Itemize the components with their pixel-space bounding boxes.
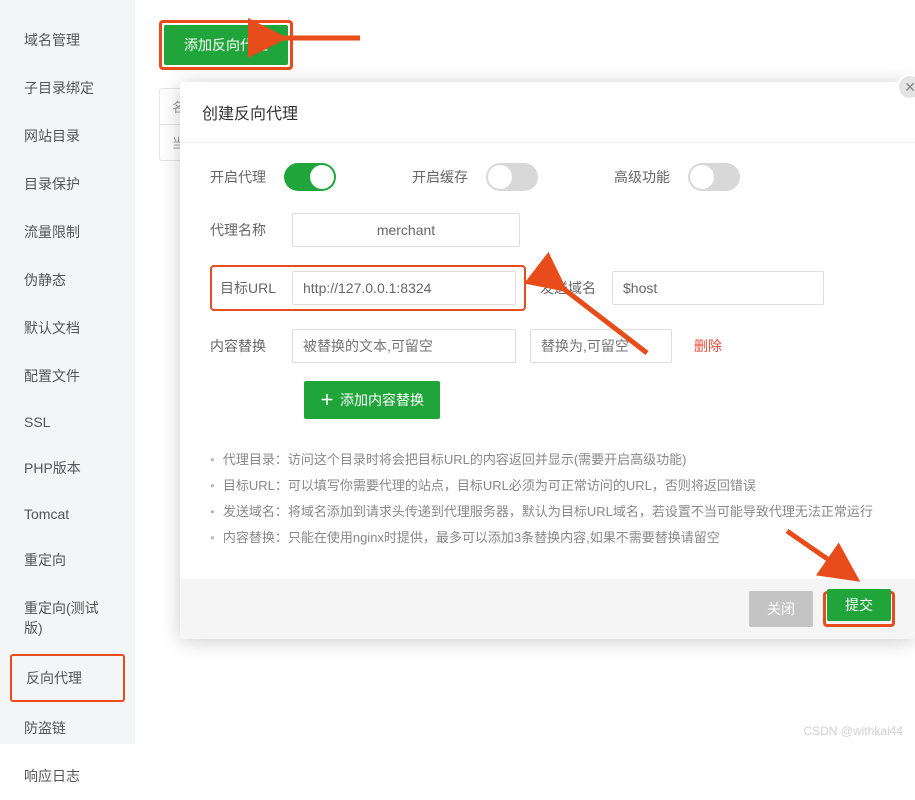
content-replace-to-input[interactable] <box>530 329 672 363</box>
content-replace-label: 内容替换 <box>210 336 278 356</box>
modal-footer: 关闭 提交 <box>180 579 915 639</box>
submit-button[interactable]: 提交 <box>827 589 891 621</box>
toggle-proxy[interactable] <box>284 163 336 191</box>
hints-list: 代理目录：访问这个目录时将会把目标URL的内容返回并显示(需要开启高级功能) 目… <box>210 447 885 551</box>
hint-item: 目标URL：可以填写你需要代理的站点，目标URL必须为可正常访问的URL，否则将… <box>210 473 885 499</box>
modal-title: 创建反向代理 <box>180 82 915 143</box>
delete-replace-link[interactable]: 删除 <box>694 336 722 356</box>
content-replace-from-input[interactable] <box>292 329 516 363</box>
sidebar-item-reverse-proxy[interactable]: 反向代理 <box>10 654 125 702</box>
sidebar-item-response-log[interactable]: 响应日志 <box>0 752 135 800</box>
sidebar-item-redirect[interactable]: 重定向 <box>0 536 135 584</box>
sidebar-item-config[interactable]: 配置文件 <box>0 352 135 400</box>
sidebar-item-dir-protect[interactable]: 目录保护 <box>0 160 135 208</box>
sidebar-item-php[interactable]: PHP版本 <box>0 444 135 492</box>
sidebar-item-subdir[interactable]: 子目录绑定 <box>0 64 135 112</box>
cancel-button[interactable]: 关闭 <box>749 591 813 627</box>
sidebar-item-traffic[interactable]: 流量限制 <box>0 208 135 256</box>
send-domain-label: 发送域名 <box>540 278 598 298</box>
sidebar-item-antileech[interactable]: 防盗链 <box>0 704 135 752</box>
toggle-cache[interactable] <box>486 163 538 191</box>
plus-icon: ＋ <box>320 390 334 410</box>
target-url-highlight: 目标URL <box>210 265 526 311</box>
proxy-name-input[interactable] <box>292 213 520 247</box>
add-button-highlight: 添加反向代理 <box>159 20 293 70</box>
sidebar-item-rewrite[interactable]: 伪静态 <box>0 256 135 304</box>
toggle-cache-label: 开启缓存 <box>412 167 472 187</box>
sidebar-item-redirect-beta[interactable]: 重定向(测试版) <box>0 584 135 652</box>
add-content-replace-button[interactable]: ＋ 添加内容替换 <box>304 381 440 419</box>
sidebar: 域名管理 子目录绑定 网站目录 目录保护 流量限制 伪静态 默认文档 配置文件 … <box>0 0 135 744</box>
submit-highlight: 提交 <box>823 591 895 627</box>
sidebar-item-ssl[interactable]: SSL <box>0 400 135 444</box>
proxy-name-label: 代理名称 <box>210 220 278 240</box>
hint-item: 代理目录：访问这个目录时将会把目标URL的内容返回并显示(需要开启高级功能) <box>210 447 885 473</box>
toggle-advanced-label: 高级功能 <box>614 167 674 187</box>
send-domain-input[interactable] <box>612 271 824 305</box>
hint-item: 内容替换：只能在使用nginx时提供，最多可以添加3条替换内容,如果不需要替换请… <box>210 525 885 551</box>
watermark: CSDN @withkai44 <box>803 724 903 738</box>
toggle-advanced[interactable] <box>688 163 740 191</box>
sidebar-item-domain[interactable]: 域名管理 <box>0 16 135 64</box>
create-proxy-modal: ✕ 创建反向代理 开启代理 开启缓存 高级功能 代理名称 目标URL <box>180 82 915 639</box>
modal-body: 开启代理 开启缓存 高级功能 代理名称 目标URL 发送域名 <box>180 143 915 579</box>
sidebar-item-tomcat[interactable]: Tomcat <box>0 492 135 536</box>
target-url-label: 目标URL <box>220 278 278 298</box>
sidebar-item-default-doc[interactable]: 默认文档 <box>0 304 135 352</box>
add-reverse-proxy-button[interactable]: 添加反向代理 <box>164 25 288 65</box>
hint-item: 发送域名：将域名添加到请求头传递到代理服务器，默认为目标URL域名，若设置不当可… <box>210 499 885 525</box>
add-content-label: 添加内容替换 <box>340 390 424 410</box>
target-url-input[interactable] <box>292 271 516 305</box>
toggle-proxy-label: 开启代理 <box>210 167 270 187</box>
sidebar-item-site-dir[interactable]: 网站目录 <box>0 112 135 160</box>
